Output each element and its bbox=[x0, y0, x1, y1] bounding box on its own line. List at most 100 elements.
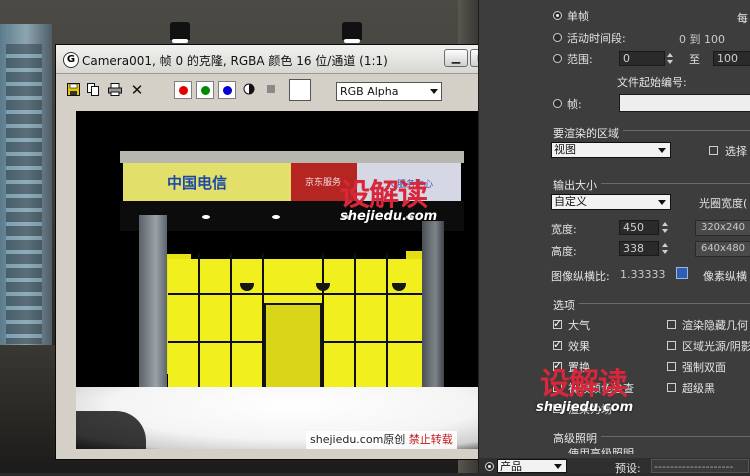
single-frame-radio[interactable] bbox=[553, 11, 562, 20]
pixel-aspect-label: 像素纵横 bbox=[703, 270, 747, 283]
file-number-base-label: 文件起始编号: bbox=[617, 76, 687, 89]
range-to-input[interactable]: 100 bbox=[713, 51, 750, 66]
chevron-down-icon bbox=[554, 464, 562, 469]
render-hidden-checkbox[interactable] bbox=[667, 320, 676, 329]
frames-radio[interactable] bbox=[553, 99, 562, 108]
scene-mullion bbox=[230, 253, 232, 391]
frames-input[interactable] bbox=[619, 94, 750, 112]
area-view-select[interactable]: 视图 bbox=[551, 142, 671, 158]
force-two-sided-checkbox[interactable] bbox=[667, 362, 676, 371]
monochrome-icon[interactable] bbox=[242, 83, 256, 97]
super-black-checkbox[interactable] bbox=[667, 383, 676, 392]
output-preset-select[interactable]: 自定义 bbox=[551, 194, 671, 210]
preset-320x240-button[interactable]: 320x240 bbox=[695, 220, 750, 236]
copyright-watermark: shejiedu.com原创 禁止转载 bbox=[306, 431, 457, 449]
app-icon: G bbox=[63, 52, 79, 68]
scene-mullion bbox=[322, 253, 324, 391]
range-to-label: 至 bbox=[689, 53, 700, 66]
scene-transom bbox=[168, 293, 422, 295]
scene-canopy bbox=[120, 151, 464, 163]
product-select[interactable]: 产品 bbox=[497, 459, 567, 473]
scene-mullion bbox=[198, 253, 200, 391]
area-view-value: 视图 bbox=[554, 143, 576, 156]
force-two-sided-label: 强制双面 bbox=[682, 361, 726, 374]
preset-640x480-button[interactable]: 640x480 bbox=[695, 241, 750, 257]
copyright-watermark-text: shejiedu.com原创 bbox=[310, 433, 409, 446]
area-section-title: 要渲染的区域 bbox=[553, 125, 623, 141]
sign-red-text: 京东服务 bbox=[305, 178, 342, 188]
width-input[interactable]: 450 bbox=[619, 220, 659, 235]
scene-column-left bbox=[139, 215, 167, 399]
chevron-down-icon bbox=[658, 200, 666, 205]
preset-label: 预设: bbox=[615, 462, 641, 475]
output-size-section-title: 输出大小 bbox=[553, 177, 601, 193]
effects-label: 效果 bbox=[568, 340, 590, 353]
height-label: 高度: bbox=[551, 245, 577, 258]
range-from-spinner[interactable] bbox=[667, 51, 675, 66]
height-input[interactable]: 338 bbox=[619, 241, 659, 256]
width-spinner[interactable] bbox=[662, 220, 670, 235]
active-segment-label: 活动时间段: bbox=[567, 32, 626, 45]
advanced-lighting-title: 高级照明 bbox=[553, 430, 601, 446]
site-watermark-logo: 设解读 bbox=[540, 367, 628, 402]
render-hidden-label: 渲染隐藏几何 bbox=[682, 319, 748, 332]
target-radio[interactable] bbox=[485, 462, 494, 471]
save-icon[interactable] bbox=[66, 83, 80, 97]
red-channel-toggle[interactable] bbox=[174, 81, 192, 99]
chevron-down-icon bbox=[658, 148, 666, 153]
alpha-channel-icon[interactable] bbox=[264, 83, 278, 97]
ceiling-light bbox=[170, 22, 190, 43]
height-spinner[interactable] bbox=[662, 241, 670, 256]
channel-display-value: RGB Alpha bbox=[340, 85, 399, 98]
green-channel-toggle[interactable] bbox=[196, 81, 214, 99]
select-checkbox[interactable] bbox=[709, 146, 718, 155]
rendered-image: 中国电信 京东服务 3C服务中心 设解读 shejiedu.com shejie… bbox=[76, 111, 528, 449]
sign-telecom-text: 中国电信 bbox=[167, 174, 228, 192]
copyright-watermark-warning: 禁止转载 bbox=[408, 433, 453, 446]
scene-mullion bbox=[386, 253, 388, 391]
lock-icon[interactable] bbox=[676, 267, 688, 279]
clear-icon[interactable]: ✕ bbox=[130, 83, 144, 98]
range-radio[interactable] bbox=[553, 54, 562, 63]
site-watermark-logo: 设解读 bbox=[340, 178, 428, 213]
ceiling-light bbox=[342, 22, 362, 43]
area-lights-label: 区域光源/阴影 bbox=[682, 340, 750, 353]
copy-icon[interactable] bbox=[86, 83, 100, 97]
background-color-swatch[interactable] bbox=[289, 79, 311, 101]
options-section-title: 选项 bbox=[553, 297, 579, 313]
render-toolbar: ✕ RGB Alpha bbox=[56, 75, 542, 105]
select-checkbox-label: 选择 bbox=[725, 145, 747, 158]
output-preset-value: 自定义 bbox=[554, 195, 587, 208]
active-segment-radio[interactable] bbox=[553, 33, 562, 42]
preset-select[interactable]: -------------------- bbox=[651, 459, 749, 473]
chevron-down-icon bbox=[430, 89, 438, 94]
image-aspect-value: 1.33333 bbox=[620, 268, 666, 281]
width-label: 宽度: bbox=[551, 223, 577, 236]
atmosphere-label: 大气 bbox=[568, 319, 590, 332]
image-aspect-label: 图像纵横比: bbox=[551, 270, 610, 283]
preset-select-value: -------------------- bbox=[654, 460, 734, 473]
range-label: 范围: bbox=[567, 53, 593, 66]
scene-column-right bbox=[422, 221, 444, 399]
range-from-input[interactable]: 0 bbox=[619, 51, 665, 66]
scene-door bbox=[264, 303, 322, 391]
minimize-button[interactable]: ▁ bbox=[444, 49, 468, 67]
every-nth-label: 每 bbox=[737, 12, 748, 25]
scene-downlight bbox=[202, 215, 210, 219]
atmosphere-checkbox[interactable] bbox=[553, 317, 562, 330]
area-lights-checkbox[interactable] bbox=[667, 341, 676, 350]
aperture-width-label: 光圈宽度( bbox=[699, 197, 748, 210]
single-frame-label: 单帧 bbox=[567, 10, 589, 23]
site-watermark-url: shejiedu.com bbox=[340, 209, 438, 224]
minimize-icon: ▁ bbox=[451, 51, 461, 64]
use-advanced-lighting-label: 使用高级照明 bbox=[568, 447, 634, 454]
blue-channel-toggle[interactable] bbox=[218, 81, 236, 99]
product-select-value: 产品 bbox=[500, 460, 522, 473]
channel-display-select[interactable]: RGB Alpha bbox=[336, 82, 442, 101]
site-watermark-url: shejiedu.com bbox=[536, 400, 634, 415]
section-divider bbox=[553, 303, 750, 304]
effects-checkbox[interactable] bbox=[553, 338, 562, 351]
print-icon[interactable] bbox=[108, 83, 122, 97]
window-titlebar[interactable]: G Camera001, 帧 0 的克隆, RGBA 颜色 16 位/通道 (1… bbox=[56, 45, 542, 74]
super-black-label: 超级黑 bbox=[682, 382, 715, 395]
